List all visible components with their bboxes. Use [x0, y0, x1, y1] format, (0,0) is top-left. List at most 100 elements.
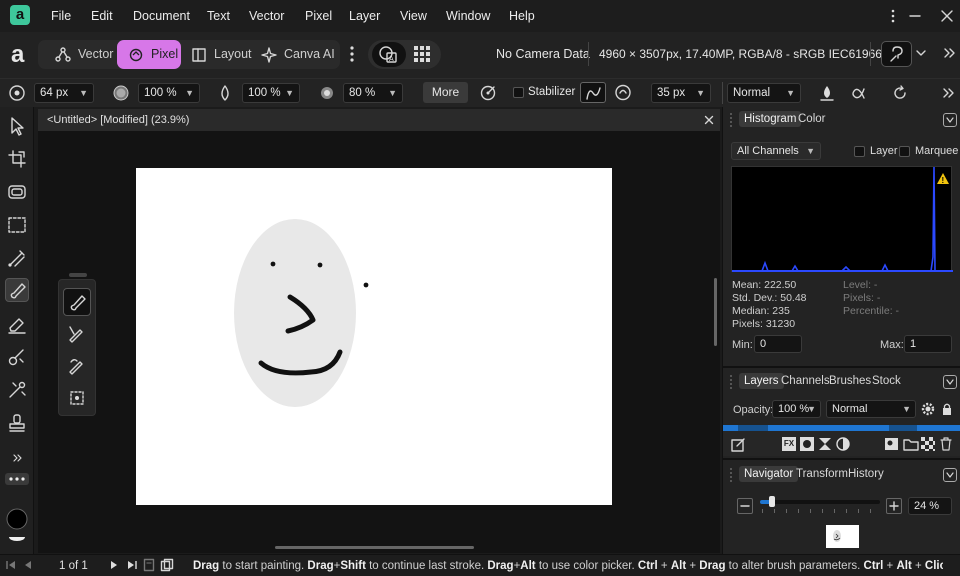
crop-tool-icon[interactable] [5, 147, 29, 171]
blend-mode-select[interactable]: Normal ▼ [727, 83, 801, 103]
paint-brush-tool-icon[interactable] [5, 278, 29, 302]
menu-view[interactable]: View [400, 9, 427, 23]
mask-icon[interactable] [800, 437, 814, 451]
navigator-thumbnail[interactable] [826, 525, 859, 548]
pages-panel-icon[interactable] [160, 558, 174, 572]
adjustment-icon[interactable] [818, 437, 832, 451]
more-options-icon[interactable] [345, 44, 359, 64]
pixel-brush-icon[interactable] [65, 322, 89, 346]
protect-alpha-icon[interactable] [849, 84, 867, 102]
persona-pixel[interactable]: Pixel [117, 40, 181, 69]
tab-layers[interactable]: Layers [739, 373, 784, 389]
brush-flow-field[interactable]: 100 % ▼ [242, 83, 300, 103]
mixer-brush-icon[interactable] [65, 386, 89, 410]
persona-canva-ai[interactable]: Canva AI [250, 40, 336, 69]
menu-edit[interactable]: Edit [91, 9, 113, 23]
channels-select[interactable]: All Channels ▼ [731, 142, 821, 160]
more-button[interactable]: More [423, 82, 468, 103]
chevron-down-icon[interactable] [915, 47, 927, 59]
horizontal-scrollbar[interactable] [275, 546, 474, 549]
color-replacement-brush-icon[interactable] [65, 354, 89, 378]
last-page-icon[interactable] [126, 559, 138, 571]
persona-vector[interactable]: Vector [44, 40, 116, 69]
collapse-panel-icon[interactable] [943, 113, 957, 127]
menu-window[interactable]: Window [446, 9, 490, 23]
help-icon[interactable] [881, 41, 912, 67]
kebab-menu-icon[interactable] [883, 6, 903, 26]
layer-opacity-field[interactable]: 100 % ▼ [772, 400, 821, 418]
tab-color[interactable]: Color [798, 113, 825, 125]
page-icon[interactable] [143, 558, 155, 572]
stamp-tool-icon[interactable] [5, 411, 29, 435]
collapse-panel-icon[interactable] [943, 468, 957, 482]
menu-document[interactable]: Document [133, 9, 190, 23]
tab-channels[interactable]: Channels [781, 375, 830, 387]
tab-navigator[interactable]: Navigator [739, 466, 799, 482]
panel-grip[interactable] [730, 113, 732, 127]
layer-settings-gear-icon[interactable] [921, 402, 935, 416]
window-mode-icon[interactable] [611, 82, 635, 103]
wet-edges-icon[interactable] [818, 84, 836, 102]
tab-transform[interactable]: Transform [796, 468, 848, 480]
tab-brushes[interactable]: Brushes [829, 375, 871, 387]
vertical-scrollbar[interactable] [714, 278, 717, 346]
brush-width-field[interactable]: 64 px ▼ [34, 83, 94, 103]
menu-file[interactable]: File [51, 9, 71, 23]
next-page-icon[interactable] [108, 559, 120, 571]
expand-toolbar-icon[interactable] [942, 45, 956, 61]
tab-histogram[interactable]: Histogram [739, 111, 802, 127]
marquee-tool-icon[interactable] [5, 213, 29, 237]
rope-mode-icon[interactable] [580, 82, 606, 103]
rope-length-field[interactable]: 35 px ▼ [651, 83, 711, 103]
close-document-icon[interactable] [702, 113, 716, 127]
panel-grip[interactable] [730, 468, 732, 482]
affinity-logo-icon[interactable]: a [8, 40, 34, 68]
dodge-brush-icon[interactable] [5, 345, 29, 369]
menu-vector[interactable]: Vector [249, 9, 284, 23]
panel-grip[interactable] [730, 375, 732, 389]
zoom-value-field[interactable]: 24 % [908, 497, 952, 515]
tab-stock[interactable]: Stock [872, 375, 901, 387]
edit-layer-icon[interactable] [730, 437, 746, 453]
assistant-icon[interactable]: A [372, 42, 406, 67]
zoom-slider-track[interactable] [760, 500, 880, 504]
add-group-folder-icon[interactable] [903, 437, 919, 451]
color-swatch[interactable] [5, 507, 29, 547]
menu-help[interactable]: Help [509, 9, 535, 23]
paint-brush-flyout-icon[interactable] [63, 288, 91, 316]
document-tab[interactable]: <Untitled> [Modified] (23.9%) [38, 109, 720, 131]
expand-tools-icon[interactable] [11, 451, 25, 465]
delete-layer-trash-icon[interactable] [939, 437, 953, 451]
document-canvas[interactable] [136, 168, 612, 505]
move-tool-icon[interactable] [5, 114, 29, 138]
erase-brush-icon[interactable] [5, 312, 29, 336]
stabilizer-checkbox[interactable] [513, 87, 524, 98]
zoom-out-button[interactable] [737, 498, 753, 514]
checkerboard-icon[interactable] [921, 437, 935, 451]
menu-text[interactable]: Text [207, 9, 230, 23]
close-window-button[interactable] [937, 6, 957, 26]
flood-fill-icon[interactable] [5, 246, 29, 270]
refresh-icon[interactable] [891, 84, 909, 102]
lock-icon[interactable] [941, 402, 953, 416]
persona-layout[interactable]: Layout [180, 40, 254, 69]
menu-layer[interactable]: Layer [349, 9, 380, 23]
brush-hardness-field[interactable]: 80 % ▼ [343, 83, 403, 103]
expand-context-icon[interactable] [940, 84, 958, 102]
grid-view-icon[interactable] [410, 43, 434, 65]
zoom-slider-thumb[interactable] [769, 496, 775, 507]
layer-blend-mode-select[interactable]: Normal ▼ [826, 400, 916, 418]
live-filter-icon[interactable] [836, 437, 850, 451]
selection-brush-icon[interactable] [5, 180, 29, 204]
min-field[interactable]: 0 [754, 335, 802, 353]
tools-overflow-icon[interactable] [5, 473, 29, 485]
marquee-checkbox[interactable] [899, 146, 910, 157]
add-pixel-layer-icon[interactable] [884, 437, 900, 451]
first-page-icon[interactable] [5, 559, 17, 571]
fx-icon[interactable]: FX [782, 437, 796, 451]
layer-checkbox[interactable] [854, 146, 865, 157]
minimize-button[interactable] [905, 6, 925, 26]
flyout-grip[interactable] [69, 273, 87, 277]
force-pressure-icon[interactable] [479, 84, 497, 102]
menu-pixel[interactable]: Pixel [305, 9, 332, 23]
